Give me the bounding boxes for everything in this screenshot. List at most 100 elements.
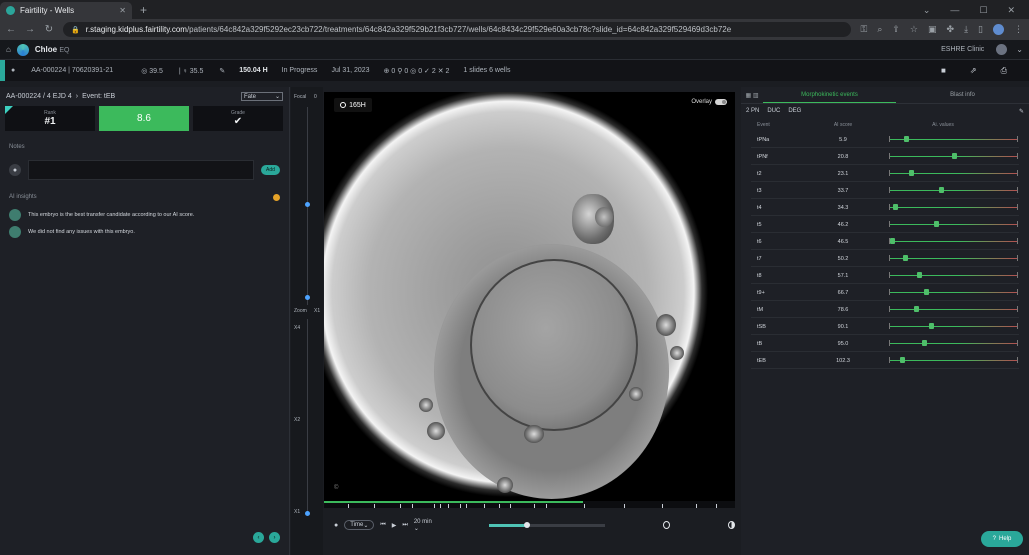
focus-icon[interactable] — [662, 521, 670, 529]
share-icon[interactable]: ⇪ — [892, 24, 900, 35]
status-badge: In Progress — [281, 67, 318, 74]
overlay-toggle[interactable]: Overlay — [691, 99, 727, 105]
home-icon[interactable]: ⌂ — [6, 45, 11, 54]
event-marker[interactable] — [890, 238, 896, 244]
event-row[interactable]: t7 50.2 — [741, 250, 1029, 267]
chevron-down-icon[interactable]: ⌄ — [923, 5, 931, 16]
chevron-down-icon[interactable]: ⌄ — [1016, 45, 1023, 54]
forward-icon[interactable]: → — [25, 24, 35, 35]
previous-embryo-button[interactable]: ‹ — [253, 532, 264, 543]
zoom-level[interactable]: X1 — [294, 509, 300, 515]
event-row[interactable]: tB 95.0 — [741, 335, 1029, 352]
add-note-button[interactable]: Add — [261, 165, 280, 175]
event-marker[interactable] — [909, 170, 915, 176]
event-row[interactable]: tSB 90.1 — [741, 318, 1029, 335]
embryo-image-viewer[interactable]: 165H Overlay © — [324, 92, 735, 501]
tab-blast-info[interactable]: Blast info — [896, 88, 1029, 102]
event-marker[interactable] — [939, 187, 945, 193]
speed-slider[interactable] — [488, 521, 605, 528]
reload-icon[interactable]: ↻ — [44, 24, 54, 35]
event-marker[interactable] — [929, 323, 935, 329]
interval-select[interactable]: 20 min ⌄ — [414, 519, 435, 532]
range-start-tick — [889, 340, 890, 346]
camera-icon[interactable]: ■ — [941, 66, 946, 76]
key-icon[interactable]: ⚿ — [860, 24, 867, 35]
event-marker[interactable] — [924, 289, 930, 295]
notes-input[interactable] — [28, 160, 254, 180]
profile-avatar[interactable] — [993, 24, 1004, 35]
download-icon[interactable]: ⤓ — [964, 24, 968, 35]
event-row[interactable]: t4 34.3 — [741, 199, 1029, 216]
event-row[interactable]: t6 46.5 — [741, 233, 1029, 250]
minimize-icon[interactable]: — — [950, 5, 959, 16]
event-row[interactable]: t8 57.1 — [741, 267, 1029, 284]
back-icon[interactable]: ← — [6, 24, 16, 35]
mode-select[interactable]: Time ⌄ — [344, 520, 375, 530]
event-marker[interactable] — [892, 204, 898, 210]
event-row[interactable]: t3 33.7 — [741, 182, 1029, 199]
pn-option[interactable]: 2 PN — [746, 108, 759, 115]
maximize-icon[interactable]: ☐ — [979, 5, 987, 16]
event-marker[interactable] — [900, 357, 906, 363]
event-row[interactable]: t9+ 66.7 — [741, 284, 1029, 301]
sidepanel-icon[interactable]: ▯ — [978, 24, 983, 35]
event-row[interactable]: tPNf 20.8 — [741, 148, 1029, 165]
close-window-icon[interactable]: ✕ — [1007, 5, 1015, 16]
play-icon[interactable]: ▶ — [392, 522, 397, 529]
event-marker[interactable] — [921, 340, 927, 346]
event-row[interactable]: tM 78.6 — [741, 301, 1029, 318]
sidebar-toggle[interactable] — [0, 60, 5, 81]
pn-option[interactable]: DEG — [788, 108, 801, 115]
zoom-icon[interactable]: ⌕ — [877, 24, 882, 35]
star-icon[interactable]: ☆ — [910, 24, 918, 35]
playhead-icon[interactable]: ● — [334, 522, 338, 529]
close-tab-icon[interactable]: ✕ — [119, 6, 126, 15]
print-icon[interactable]: ⎙ — [1001, 66, 1007, 76]
menu-icon[interactable]: ⋮ — [1014, 24, 1023, 35]
event-marker[interactable] — [934, 221, 940, 227]
range-start-tick — [889, 136, 890, 142]
puzzle-icon[interactable]: ✤ — [947, 24, 955, 35]
event-score: 66.7 — [837, 289, 849, 296]
event-marker[interactable] — [916, 272, 922, 278]
zoom-level[interactable]: X2 — [294, 417, 300, 423]
event-range-bar — [889, 343, 1017, 344]
event-marker[interactable] — [902, 255, 908, 261]
focal-slider-knob[interactable] — [305, 295, 310, 300]
address-bar[interactable]: 🔒 r.staging.kidplus.fairtility.com/patie… — [63, 22, 852, 37]
event-row[interactable]: t5 46.2 — [741, 216, 1029, 233]
timeline-bar[interactable] — [324, 501, 735, 508]
event-row[interactable]: t2 23.1 — [741, 165, 1029, 182]
timeline-tick — [696, 504, 697, 508]
zoom-slider-knob[interactable] — [305, 511, 310, 516]
fate-select[interactable]: Fate ⌄ — [241, 92, 283, 101]
patient-id[interactable]: ● AA-000224 | 70620391-21 — [11, 67, 127, 74]
contrast-icon[interactable] — [727, 521, 735, 529]
share-icon[interactable]: ⇗ — [970, 66, 977, 76]
event-marker[interactable] — [952, 153, 957, 159]
grid-icon[interactable]: ▦ ▥ — [741, 92, 763, 99]
event-marker[interactable] — [904, 136, 910, 142]
skip-forward-icon[interactable]: ⏭ — [402, 522, 407, 529]
browser-tab[interactable]: Fairtility - Wells ✕ — [0, 2, 132, 19]
event-marker[interactable] — [914, 306, 920, 312]
toggle-switch[interactable] — [715, 99, 727, 105]
warning-icon[interactable] — [273, 194, 280, 201]
zoom-slider-track[interactable] — [307, 319, 308, 515]
focal-slider-knob[interactable] — [305, 202, 310, 207]
speed-knob[interactable] — [523, 521, 530, 528]
extension-icon[interactable]: ▣ — [928, 24, 937, 35]
help-button[interactable]: ? Help — [981, 531, 1023, 547]
zoom-level[interactable]: X4 — [294, 325, 300, 331]
event-row[interactable]: tPNa 5.9 — [741, 131, 1029, 148]
timeline-tick — [624, 504, 625, 508]
event-row[interactable]: tEB 102.3 — [741, 352, 1029, 369]
skip-back-icon[interactable]: ⏮ — [380, 522, 385, 529]
new-tab-icon[interactable]: + — [132, 3, 155, 19]
tab-morphokinetic-events[interactable]: Morphokinetic events — [763, 88, 896, 103]
timeline-tick — [460, 504, 461, 508]
edit-icon[interactable]: ✎ — [1019, 108, 1024, 115]
user-icon[interactable] — [996, 44, 1008, 55]
next-embryo-button[interactable]: › — [269, 532, 280, 543]
pn-option[interactable]: DUC — [767, 108, 780, 115]
